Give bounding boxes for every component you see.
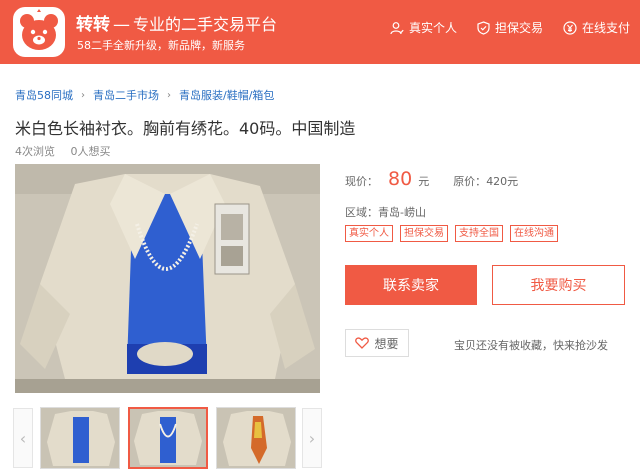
original-price: 420元 xyxy=(486,175,519,188)
thumbnail-item[interactable] xyxy=(216,407,296,469)
chevron-right-icon: › xyxy=(308,428,316,448)
tag-real-person: 真实个人 xyxy=(345,225,393,242)
product-stats: 4次浏览 0人想买 xyxy=(15,143,111,159)
breadcrumb: 青岛58同城 › 青岛二手市场 › 青岛服装/鞋帽/箱包 xyxy=(15,87,274,103)
tag-guarantee: 担保交易 xyxy=(400,225,448,242)
tag-online-chat: 在线沟通 xyxy=(510,225,558,242)
original-price-label: 原价： xyxy=(453,175,487,188)
want-button[interactable]: 想要 xyxy=(345,329,409,357)
tag-nationwide: 支持全国 xyxy=(455,225,503,242)
breadcrumb-second-hand-market[interactable]: 青岛二手市场 xyxy=(93,87,159,103)
region-row: 区域：青岛-崂山 xyxy=(345,204,426,220)
feature-guarantee: 担保交易 xyxy=(477,19,543,36)
breadcrumb-chevron-icon: › xyxy=(81,89,85,101)
person-verified-icon xyxy=(390,21,404,34)
bear-logo-icon xyxy=(20,9,58,50)
current-price: 80 xyxy=(388,168,413,190)
yen-pay-icon xyxy=(563,20,577,35)
want-label: 想要 xyxy=(374,336,399,351)
chevron-left-icon: ‹ xyxy=(19,428,27,448)
want-count: 0人想买 xyxy=(70,145,111,158)
breadcrumb-clothing[interactable]: 青岛服装/鞋帽/箱包 xyxy=(179,87,274,103)
feature-label: 在线支付 xyxy=(581,21,630,35)
price-label: 现价： xyxy=(345,175,378,188)
buy-now-button[interactable]: 我要购买 xyxy=(492,265,625,305)
service-tags: 真实个人 担保交易 支持全国 在线沟通 xyxy=(345,225,565,242)
feature-label: 真实个人 xyxy=(408,21,457,35)
brand-slogan: 专业的二手交易平台 xyxy=(133,15,278,34)
brand-subtitle: 58二手全新升级，新品牌，新服务 xyxy=(77,39,245,52)
shield-check-icon xyxy=(477,20,490,35)
thumbnail-image xyxy=(41,408,119,468)
breadcrumb-chevron-icon: › xyxy=(167,89,171,101)
price-unit: 元 xyxy=(418,175,430,188)
feature-online-pay: 在线支付 xyxy=(563,19,630,36)
contact-seller-button[interactable]: 联系卖家 xyxy=(345,265,477,305)
brand-name: 转转 xyxy=(76,15,110,35)
thumbnail-item-selected[interactable] xyxy=(128,407,208,469)
feature-real-person: 真实个人 xyxy=(390,19,457,36)
thumbnail-item[interactable] xyxy=(40,407,120,469)
product-title: 米白色长袖衬衣。胸前有绣花。40码。中国制造 xyxy=(15,119,356,138)
shirt-photo xyxy=(15,164,320,393)
thumbnail-image xyxy=(217,408,295,468)
product-main-image[interactable] xyxy=(15,164,320,393)
service-features: 真实个人 担保交易 在线支付 xyxy=(370,19,630,36)
view-count: 4次浏览 xyxy=(15,145,55,158)
price-row: 现价： 80 元 原价： 420元 xyxy=(345,168,518,190)
thumbnail-image xyxy=(130,409,206,467)
region-label: 区域： xyxy=(345,206,378,219)
favorite-note: 宝贝还没有被收藏，快来抢沙发 xyxy=(454,339,608,352)
heart-icon xyxy=(355,337,370,349)
site-header: 转转 — 专业的二手交易平台 58二手全新升级，新品牌，新服务 真实个人 担保交易 … xyxy=(0,0,640,64)
feature-label: 担保交易 xyxy=(494,21,543,35)
thumbnail-next-button[interactable]: › xyxy=(302,408,322,468)
thumbnail-prev-button[interactable]: ‹ xyxy=(13,408,33,468)
breadcrumb-qingdao-58[interactable]: 青岛58同城 xyxy=(15,87,73,103)
region-value: 青岛-崂山 xyxy=(378,206,426,219)
brand-title: 转转 — 专业的二手交易平台 xyxy=(76,10,277,35)
zhuanzhuan-logo[interactable] xyxy=(13,7,65,57)
brand-separator: — xyxy=(113,15,130,35)
